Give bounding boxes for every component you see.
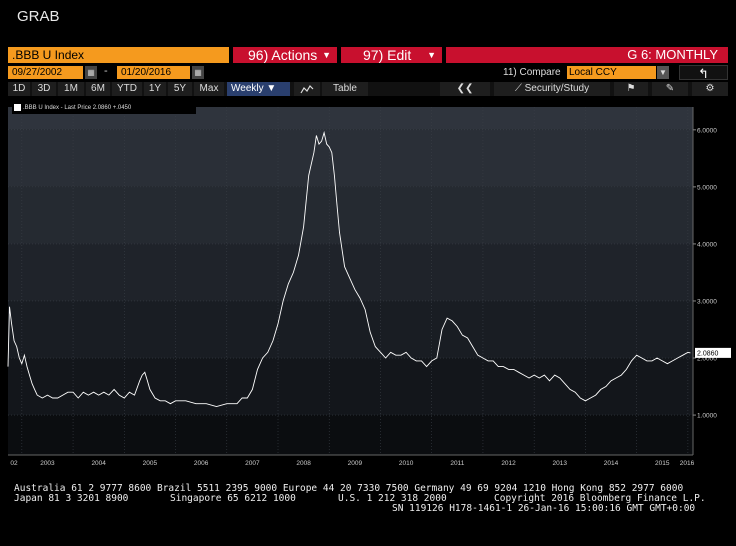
y-tick-label: 1.0000: [697, 413, 717, 420]
y-tick-label: 3.0000: [697, 298, 717, 305]
x-tick-label: 2012: [501, 460, 516, 467]
window-title: GRAB: [17, 8, 60, 25]
price-chart: 1.00002.00003.00004.00005.00006.0000 02 2…: [7, 107, 731, 467]
x-tick-label: 2005: [143, 460, 158, 467]
footer-japan: Japan 81 3 3201 8900: [14, 493, 129, 504]
chart-band: [8, 186, 693, 244]
caret-down-icon: ▼: [266, 83, 277, 94]
range-3d[interactable]: 3D: [32, 82, 56, 96]
x-tick-label: 2009: [348, 460, 363, 467]
caret-down-icon: ▼: [322, 50, 331, 60]
compare-label: 11) Compare: [503, 67, 561, 78]
range-1d[interactable]: 1D: [8, 82, 30, 96]
rewind-icon[interactable]: ❮❮: [440, 82, 490, 96]
range-max[interactable]: Max: [194, 82, 224, 96]
x-tick-label: 2016: [680, 460, 695, 467]
legend-swatch[interactable]: [14, 104, 21, 111]
x-tick-label: 2015: [655, 460, 670, 467]
frequency-select[interactable]: Weekly ▼: [227, 82, 290, 96]
y-tick-label: 4.0000: [697, 241, 717, 248]
footer: Australia 61 2 9777 8600 Brazil 5511 239…: [0, 476, 736, 522]
x-tick-label: 2004: [91, 460, 106, 467]
compare-select[interactable]: Local CCY: [567, 66, 656, 79]
security-study-label: Security/Study: [524, 83, 590, 94]
x-tick-label: 2008: [296, 460, 311, 467]
gear-icon[interactable]: ⚙: [692, 82, 728, 96]
calendar-icon[interactable]: ▦: [192, 66, 204, 79]
x-tick-label: 2003: [40, 460, 55, 467]
flag-icon[interactable]: ⚑: [614, 82, 648, 96]
chart-band: [8, 129, 693, 187]
chart-band: [8, 300, 693, 359]
edit-menu-button[interactable]: 97) Edit ▼: [341, 47, 442, 63]
range-ytd[interactable]: YTD: [112, 82, 142, 96]
x-tick-label: 2014: [604, 460, 619, 467]
range-1y[interactable]: 1Y: [144, 82, 166, 96]
start-date-field[interactable]: 09/27/2002: [8, 66, 83, 79]
x-tick-label: 2010: [399, 460, 414, 467]
back-arrow-icon[interactable]: ↰: [679, 65, 728, 81]
chart-band: [8, 358, 693, 416]
calendar-icon[interactable]: ▦: [85, 66, 97, 79]
actions-menu-button[interactable]: 96) Actions ▼: [233, 47, 337, 63]
legend-text: .BBB U Index - Last Price 2.0860 +.0450: [23, 105, 132, 111]
footer-singapore: Singapore 65 6212 1000: [170, 493, 296, 504]
x-tick-label: 2007: [245, 460, 260, 467]
date-separator: -: [104, 65, 108, 77]
range-6m[interactable]: 6M: [86, 82, 110, 96]
y-tick-labels: 1.00002.00003.00004.00005.00006.0000: [693, 127, 717, 420]
range-1m[interactable]: 1M: [58, 82, 84, 96]
caret-down-icon: ▼: [427, 50, 436, 60]
frequency-label: Weekly: [231, 83, 264, 94]
line-chart-icon[interactable]: [294, 82, 320, 96]
study-icon: ⟋: [514, 83, 522, 94]
x-tick-label: 2013: [553, 460, 568, 467]
security-study-button[interactable]: ⟋ Security/Study: [494, 82, 610, 96]
x-tick-label: 2011: [450, 460, 464, 467]
end-date-field[interactable]: 01/20/2016: [117, 66, 190, 79]
table-button[interactable]: Table: [322, 82, 368, 96]
chart-bands: [8, 107, 693, 455]
x-tick-label: 02: [10, 460, 18, 467]
compare-dropdown-icon[interactable]: ▼: [657, 66, 669, 79]
chart-band: [8, 243, 693, 301]
annotate-icon[interactable]: ✎: [652, 82, 688, 96]
range-5y[interactable]: 5Y: [168, 82, 192, 96]
y-tick-label: 5.0000: [697, 184, 717, 191]
last-price-label: 2.0860: [697, 350, 719, 357]
x-tick-label: 2006: [194, 460, 209, 467]
x-tick-labels: 02 2003 2004 2005 2006 2007 2008 2009 2010 2011 20…: [10, 460, 694, 467]
graph-mode-title: G 6: MONTHLY: [446, 47, 728, 63]
chart-band: [8, 415, 693, 455]
footer-session: SN 119126 H178-1461-1 26-Jan-16 15:00:16…: [392, 503, 696, 514]
y-tick-label: 6.0000: [697, 127, 717, 134]
actions-label: 96) Actions: [248, 47, 318, 63]
edit-label: 97) Edit: [363, 47, 412, 63]
ticker-field[interactable]: .BBB U Index: [8, 47, 229, 63]
